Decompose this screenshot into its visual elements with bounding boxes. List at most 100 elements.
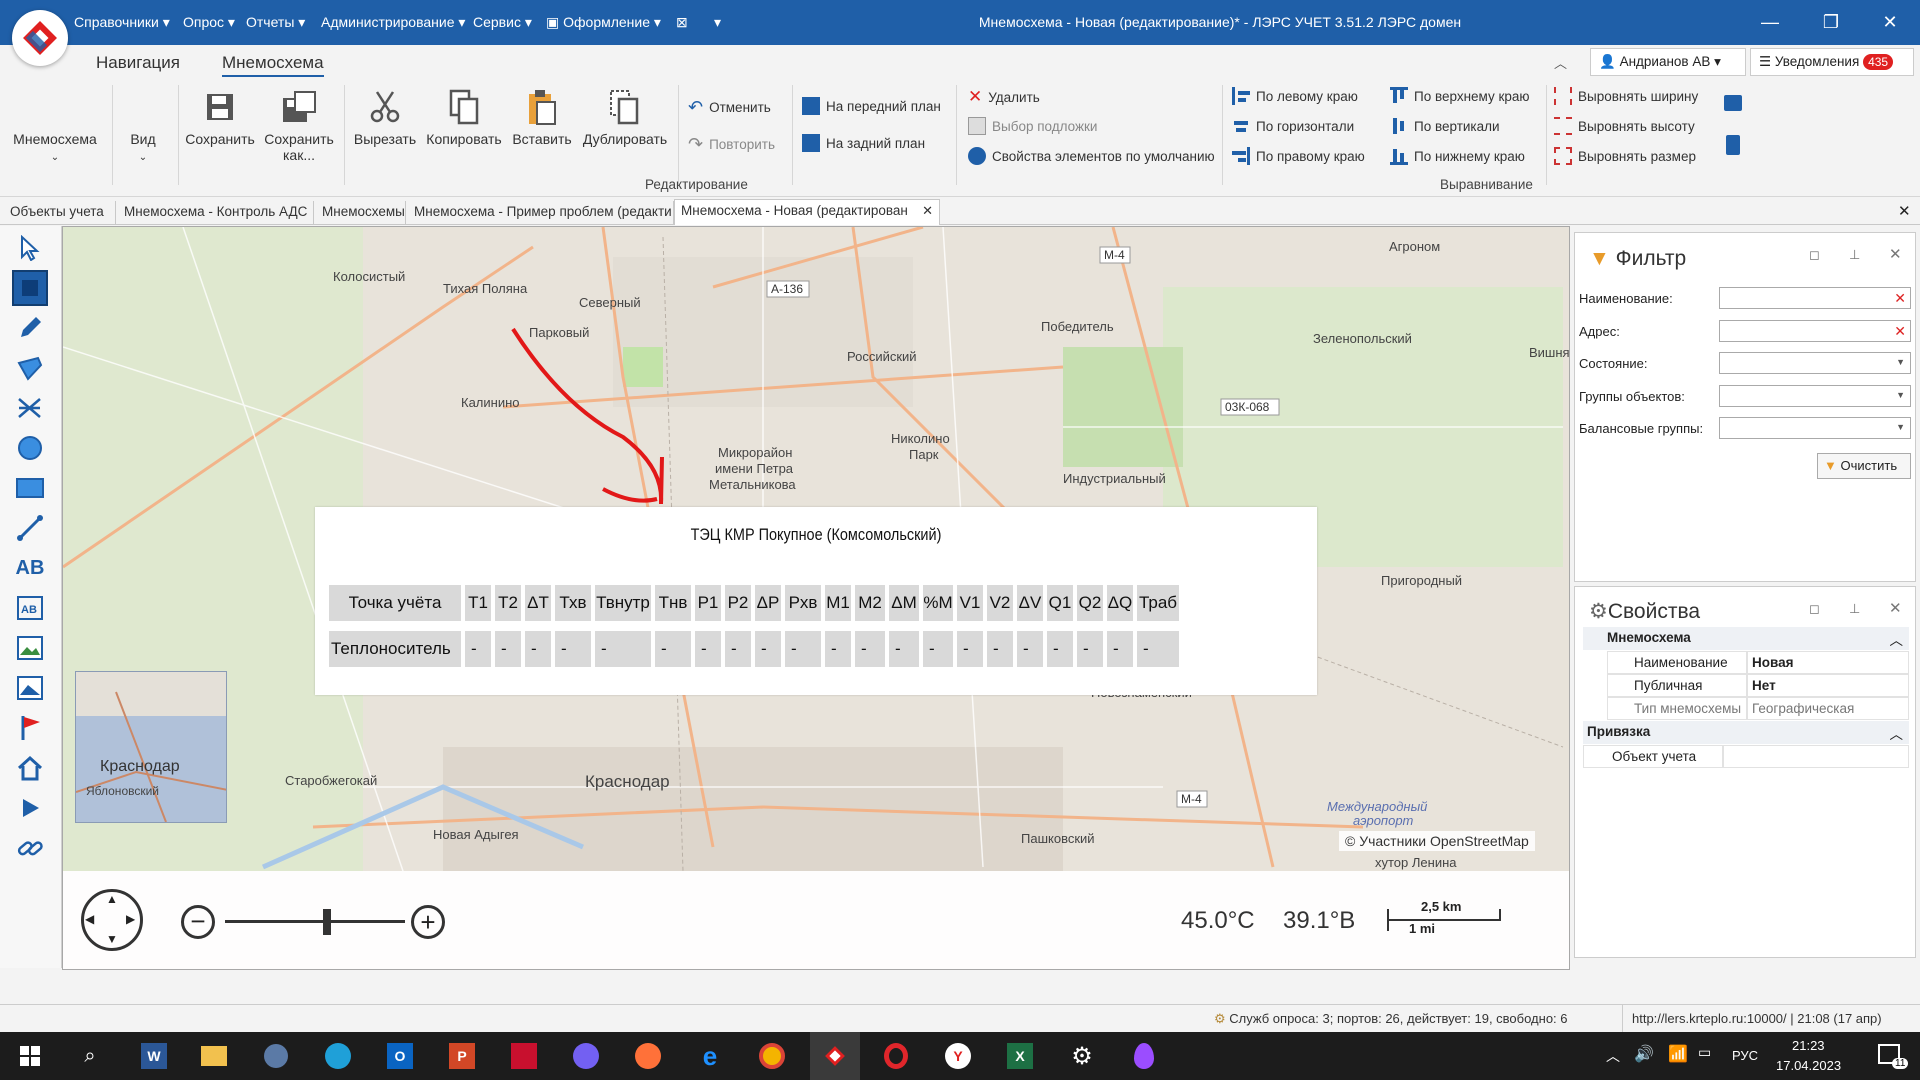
pan-down-icon[interactable]: ▼ xyxy=(106,932,118,946)
polygon-tool-icon[interactable] xyxy=(12,350,48,386)
doc-tab-mnemo-example[interactable]: Мнемосхема - Пример проблем (редакти xyxy=(408,201,674,224)
polyline-tool-icon[interactable] xyxy=(12,390,48,426)
user-button[interactable]: 👤 Андрианов АВ ▾ xyxy=(1590,48,1746,76)
wifi-icon[interactable]: 📶 xyxy=(1668,1044,1688,1064)
collapse-category-icon[interactable]: ︿ xyxy=(1890,723,1904,743)
home-tool-icon[interactable] xyxy=(12,750,48,786)
link-tool-icon[interactable] xyxy=(12,830,48,866)
filter-state-select[interactable]: ▼ xyxy=(1719,352,1911,374)
powerpoint-icon[interactable]: P xyxy=(446,1040,478,1072)
menu-admin[interactable]: Администрирование ▾ xyxy=(321,14,465,31)
prop-category-mnemo[interactable]: Мнемосхема ︿ xyxy=(1583,627,1909,650)
mnemoscheme-menu-button[interactable]: Мнемосхема ⌄ xyxy=(10,131,100,163)
tab-mnemoscheme[interactable]: Мнемосхема xyxy=(222,53,324,77)
close-all-tabs-icon[interactable]: ✕ xyxy=(1898,202,1911,220)
image-tool-icon[interactable] xyxy=(12,630,48,666)
filter-balance-select[interactable]: ▼ xyxy=(1719,417,1911,439)
doc-tab-mnemo-ads[interactable]: Мнемосхема - Контроль АДС xyxy=(118,201,314,224)
map-canvas[interactable]: Колосистый Тихая Поляна Северный Парковы… xyxy=(62,226,1570,970)
battery-icon[interactable]: ▭ xyxy=(1698,1044,1711,1061)
show-hidden-icons[interactable]: ︿ xyxy=(1606,1046,1620,1066)
lers-app-icon[interactable] xyxy=(810,1032,860,1080)
pan-up-icon[interactable]: ▲ xyxy=(106,892,118,906)
clock-time[interactable]: 21:23 xyxy=(1792,1038,1825,1053)
drop-app-icon[interactable] xyxy=(1128,1040,1160,1072)
close-window-button[interactable]: ✕ xyxy=(1870,8,1910,36)
play-tool-icon[interactable] xyxy=(12,790,48,826)
edge-icon[interactable] xyxy=(322,1040,354,1072)
menu-poll[interactable]: Опрос ▾ xyxy=(183,14,235,31)
map-image-tool-icon[interactable] xyxy=(12,670,48,706)
excel-icon[interactable]: X xyxy=(1004,1040,1036,1072)
language-indicator[interactable]: РУС xyxy=(1732,1048,1758,1063)
distribute-vertical-icon[interactable] xyxy=(1726,135,1740,155)
equal-height-button[interactable]: Выровнять высоту xyxy=(1554,117,1695,135)
zoom-slider[interactable] xyxy=(225,920,405,923)
pan-left-icon[interactable]: ◀ xyxy=(85,912,94,926)
prop-object-value[interactable] xyxy=(1723,745,1909,768)
tab-navigation[interactable]: Навигация xyxy=(96,53,180,73)
zoom-in-icon[interactable]: + xyxy=(411,905,445,939)
save-button[interactable]: Сохранить xyxy=(184,87,256,147)
word-icon[interactable]: W xyxy=(138,1040,170,1072)
menu-design[interactable]: ▣ Оформление ▾ xyxy=(546,14,661,31)
maximize-panel-icon[interactable]: ◻ xyxy=(1809,247,1820,263)
delete-button[interactable]: ✕ Удалить xyxy=(968,87,1040,107)
align-hcenter-button[interactable]: По горизонтали xyxy=(1232,117,1354,135)
redo-button[interactable]: ↷ Повторить xyxy=(688,134,775,155)
pan-right-icon[interactable]: ▶ xyxy=(126,912,135,926)
select-area-tool-icon[interactable] xyxy=(12,270,48,306)
acrobat-icon[interactable] xyxy=(508,1040,540,1072)
align-left-button[interactable]: По левому краю xyxy=(1232,87,1358,105)
equal-size-button[interactable]: Выровнять размер xyxy=(1554,147,1696,165)
volume-icon[interactable]: 🔊 xyxy=(1634,1044,1654,1064)
close-panel-icon[interactable]: ✕ xyxy=(1889,245,1902,263)
background-select-button[interactable]: Выбор подложки xyxy=(968,117,1097,135)
align-vcenter-button[interactable]: По вертикали xyxy=(1390,117,1500,135)
copy-button[interactable]: Копировать xyxy=(424,87,504,147)
yandex-browser-icon[interactable]: Y xyxy=(942,1040,974,1072)
textbox-tool-icon[interactable]: AB xyxy=(12,590,48,626)
undo-button[interactable]: ↶ Отменить xyxy=(688,97,771,118)
menu-reference[interactable]: Справочники ▾ xyxy=(74,14,170,31)
folder-icon[interactable] xyxy=(198,1040,230,1072)
settings-gear-icon[interactable]: ⚙ xyxy=(1066,1040,1098,1072)
bring-front-button[interactable]: На передний план xyxy=(802,97,941,115)
distribute-horizontal-icon[interactable] xyxy=(1724,95,1742,111)
flag-tool-icon[interactable] xyxy=(12,710,48,746)
viber-icon[interactable] xyxy=(570,1040,602,1072)
paste-button[interactable]: Вставить xyxy=(508,87,576,147)
filter-address-input[interactable]: ✕ xyxy=(1719,320,1911,342)
equal-width-button[interactable]: Выровнять ширину xyxy=(1554,87,1698,105)
firefox-icon[interactable] xyxy=(632,1040,664,1072)
cut-button[interactable]: Вырезать xyxy=(350,87,420,147)
filter-name-input[interactable]: ✕ xyxy=(1719,287,1911,309)
opera-icon[interactable] xyxy=(880,1040,912,1072)
align-bottom-button[interactable]: По нижнему краю xyxy=(1390,147,1525,165)
pointer-tool-icon[interactable] xyxy=(12,230,48,266)
clock-date[interactable]: 17.04.2023 xyxy=(1776,1058,1841,1073)
pin-panel-icon[interactable]: ⊥ xyxy=(1849,601,1860,617)
minimize-button[interactable]: — xyxy=(1750,8,1790,36)
windows-start-icon[interactable] xyxy=(14,1040,46,1072)
pin-panel-icon[interactable]: ⊥ xyxy=(1849,247,1860,263)
chrome-icon[interactable] xyxy=(756,1040,788,1072)
view-menu-button[interactable]: Вид ⌄ xyxy=(118,131,168,163)
minimap[interactable]: Краснодар Яблоновский xyxy=(75,671,227,823)
default-props-button[interactable]: Свойства элементов по умолчанию xyxy=(968,147,1215,165)
text-tool-icon[interactable]: AB xyxy=(12,550,48,586)
circle-tool-icon[interactable] xyxy=(12,430,48,466)
menu-reports[interactable]: Отчеты ▾ xyxy=(246,14,305,31)
restore-button[interactable]: ❐ xyxy=(1811,8,1851,36)
filter-clear-button[interactable]: ▼ Очистить xyxy=(1817,453,1911,479)
notifications-button[interactable]: ☰ Уведомления 435 xyxy=(1750,48,1914,76)
close-tab-icon[interactable]: ✕ xyxy=(922,203,933,219)
doc-tab-mnemoschemes[interactable]: Мнемосхемы xyxy=(316,201,406,224)
filter-groups-select[interactable]: ▼ xyxy=(1719,385,1911,407)
pencil-tool-icon[interactable] xyxy=(12,310,48,346)
pan-control[interactable]: ▲ ▼ ◀ ▶ xyxy=(81,889,143,951)
app-logo[interactable] xyxy=(12,10,68,66)
maximize-panel-icon[interactable]: ◻ xyxy=(1809,601,1820,617)
clear-name-icon[interactable]: ✕ xyxy=(1894,290,1906,307)
collapse-ribbon-icon[interactable]: ︿ xyxy=(1554,53,1567,72)
